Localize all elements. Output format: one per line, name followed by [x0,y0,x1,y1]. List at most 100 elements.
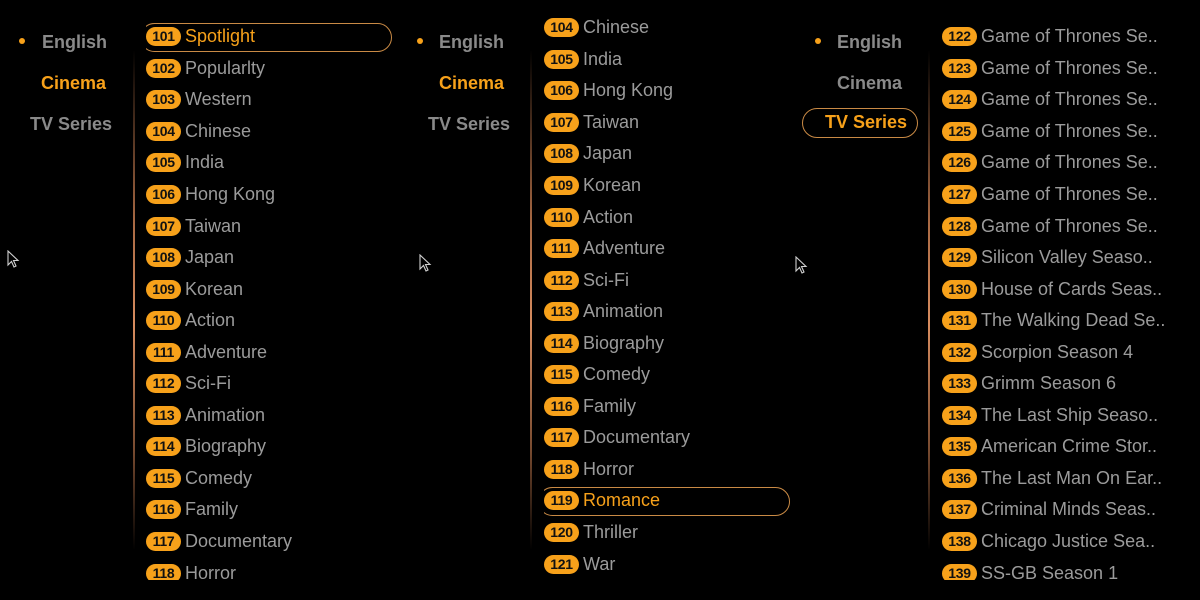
channel-name: Game of Thrones Se.. [981,152,1158,173]
channel-name: Biography [185,436,267,457]
channel-list-item[interactable]: 106 Hong Kong [544,75,790,107]
category-tv-series[interactable]: TV Series [802,108,918,138]
channel-number-badge: 113 [146,405,181,425]
channel-name: Horror [583,458,635,479]
channel-name: American Crime Stor.. [981,436,1158,457]
channel-list-item[interactable]: 123 Game of Thrones Se.. [942,53,1198,85]
channel-number-badge: 114 [544,333,579,353]
channel-list-item[interactable]: 125 Game of Thrones Se.. [942,116,1198,148]
channel-list-item[interactable]: 120 Thriller [544,517,790,549]
channel-list-item[interactable]: 126 Game of Thrones Se.. [942,147,1198,179]
channel-list[interactable]: 122 Game of Thrones Se.. 123 Game of Throne… [942,21,1198,580]
channel-list-item[interactable]: 139 SS-GB Season 1 [942,557,1198,580]
channel-name: Comedy [185,467,253,488]
channel-list-item[interactable]: 106 Hong Kong [146,179,392,211]
channel-list-item[interactable]: 117 Documentary [544,422,790,454]
channel-list-item[interactable]: 107 Taiwan [146,210,392,242]
channel-list[interactable]: 104 Chinese 105 India 106 Hong Kong 107 Taiwan 1… [544,17,792,580]
channel-list-item[interactable]: 109 Korean [146,273,392,305]
channel-list-item[interactable]: 135 American Crime Stor.. [942,431,1198,463]
category-cinema[interactable]: Cinema [439,69,504,97]
channel-list-item[interactable]: 109 Korean [544,170,790,202]
channel-name: Japan [185,247,235,268]
channel-list-item[interactable]: 111 Adventure [146,336,392,368]
channel-list-item[interactable]: 111 Adventure [544,233,790,265]
channel-number-badge: 111 [544,239,579,259]
channel-list-item[interactable]: 112 Sci-Fi [146,368,392,400]
channel-number-badge: 139 [942,563,977,580]
category-cinema[interactable]: Cinema [837,69,902,97]
channel-list-item[interactable]: 115 Comedy [146,463,392,495]
channel-list-item[interactable]: 104 Chinese [146,116,392,148]
channel-name: Horror [185,562,237,580]
channel-list-item[interactable]: 108 Japan [544,138,790,170]
channel-name: Family [583,395,636,416]
channel-list-item[interactable]: 102 Popularlty [146,53,392,85]
category-english[interactable]: English [42,28,107,56]
channel-list-item[interactable]: 112 Sci-Fi [544,264,790,296]
channel-list-item[interactable]: 129 Silicon Valley Seaso.. [942,242,1198,274]
channel-list-item[interactable]: 113 Animation [146,400,392,432]
channel-list-item[interactable]: 108 Japan [146,242,392,274]
channel-name: Game of Thrones Se.. [981,184,1158,204]
channel-list-item[interactable]: 105 India [544,44,790,76]
channel-list-item[interactable]: 137 Criminal Minds Seas.. [942,494,1198,526]
channel-list-item[interactable]: 128 Game of Thrones Se.. [942,210,1198,242]
channel-list-item[interactable]: 119 Romance [544,485,790,517]
channel-list-item[interactable]: 103 Western [146,84,392,116]
channel-number-badge: 117 [544,428,579,448]
channel-name: The Last Man On Ear.. [981,467,1163,488]
channel-list-item[interactable]: 124 Game of Thrones Se.. [942,84,1198,116]
channel-list-item[interactable]: 114 Biography [544,327,790,359]
channel-name: Grimm Season 6 [981,373,1117,394]
channel-list-item[interactable]: 110 Action [544,201,790,233]
channel-list-item[interactable]: 115 Comedy [544,359,790,391]
channel-list-item[interactable]: 104 Chinese [544,17,790,44]
channel-number-badge: 109 [146,279,181,299]
channel-list-item[interactable]: 130 House of Cards Seas.. [942,273,1198,305]
panel-divider [928,50,930,550]
language-indicator-dot [19,38,25,44]
channel-name: Game of Thrones Se.. [981,26,1158,47]
channel-name: Hong Kong [185,184,276,204]
channel-number-badge: 106 [146,185,181,204]
channel-list-item[interactable]: 138 Chicago Justice Sea.. [942,526,1198,558]
channel-list-item[interactable]: 127 Game of Thrones Se.. [942,179,1198,211]
channel-list-item[interactable]: 122 Game of Thrones Se.. [942,21,1198,53]
channel-list-item[interactable]: 131 The Walking Dead Se.. [942,305,1198,337]
channel-number-badge: 102 [146,58,181,78]
category-tv-series[interactable]: TV Series [30,110,112,138]
channel-list-item[interactable]: 116 Family [544,391,790,423]
channel-number-badge: 104 [146,121,181,141]
channel-list-item[interactable]: 117 Documentary [146,526,392,558]
channel-list-item[interactable]: 134 The Last Ship Seaso.. [942,400,1198,432]
channel-list-item[interactable]: 114 Biography [146,431,392,463]
channel-list-item[interactable]: 121 War [544,548,790,580]
category-tv-series[interactable]: TV Series [428,110,510,138]
channel-list[interactable]: 101 Spotlight 102 Popularlty 103 Western 104 Ch… [146,21,394,580]
channel-list-item[interactable]: 116 Family [146,494,392,526]
channel-number-badge: 119 [544,491,579,511]
channel-panel-3: English Cinema TV Series 122 Game of Thro… [795,0,1200,600]
channel-list-item[interactable]: 133 Grimm Season 6 [942,368,1198,400]
channel-name: Criminal Minds Seas.. [981,499,1157,520]
channel-list-item[interactable]: 105 India [146,147,392,179]
channel-name: SS-GB Season 1 [981,562,1119,580]
channel-list-item[interactable]: 136 The Last Man On Ear.. [942,463,1198,495]
category-english[interactable]: English [837,28,902,56]
channel-list-item[interactable]: 118 Horror [146,557,392,580]
channel-list-item[interactable]: 113 Animation [544,296,790,328]
category-cinema[interactable]: Cinema [41,69,106,97]
channel-list-item[interactable]: 132 Scorpion Season 4 [942,336,1198,368]
channel-list-item[interactable]: 110 Action [146,305,392,337]
category-english[interactable]: English [439,28,504,56]
channel-number-badge: 115 [146,468,181,488]
channel-number-badge: 113 [544,302,579,322]
channel-list-item[interactable]: 107 Taiwan [544,107,790,139]
channel-name: Chinese [185,120,252,141]
channel-list-item[interactable]: 101 Spotlight [146,21,392,53]
panel-divider [133,50,135,550]
channel-number-badge: 138 [942,532,977,552]
channel-name: Hong Kong [583,80,674,101]
channel-list-item[interactable]: 118 Horror [544,454,790,486]
